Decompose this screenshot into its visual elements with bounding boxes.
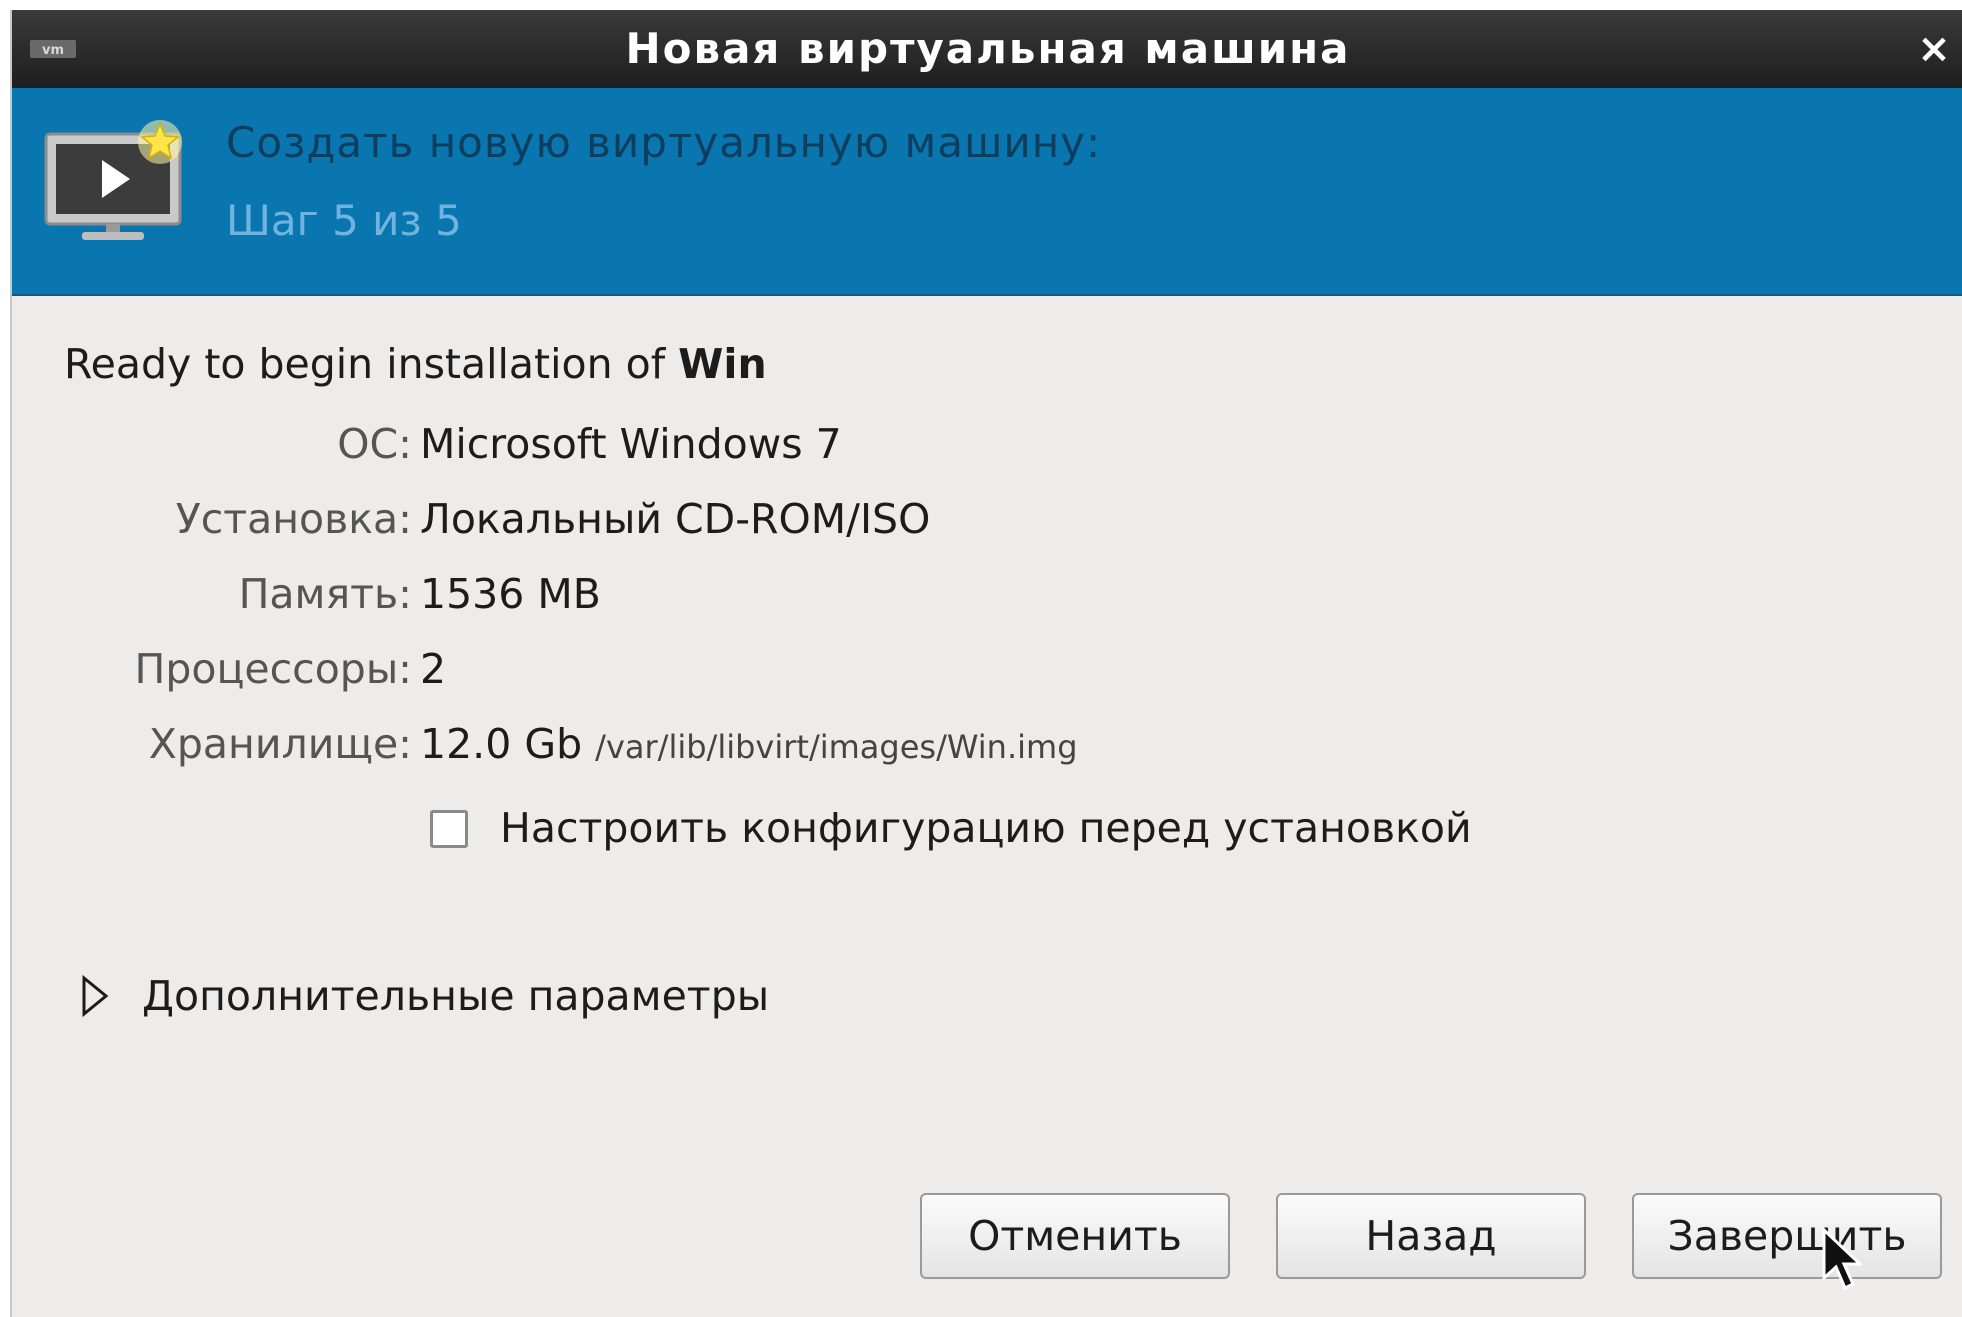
cpus-value: 2 [420, 645, 447, 693]
memory-value: 1536 MB [420, 570, 601, 618]
os-label: ОС: [337, 420, 412, 468]
summary-row-os: ОС: Microsoft Windows 7 [12, 416, 1962, 472]
mouse-pointer-icon [1822, 1228, 1862, 1291]
vm-monitor-new-icon [44, 120, 182, 240]
install-label: Установка: [175, 495, 412, 543]
install-value: Локальный CD-ROM/ISO [420, 495, 931, 543]
customize-checkbox[interactable] [430, 810, 468, 848]
finish-button[interactable]: Завершить [1632, 1193, 1942, 1279]
new-vm-dialog: vm Новая виртуальная машина × Создать но… [10, 10, 1962, 1317]
storage-value: 12.0 Gb /var/lib/libvirt/images/Win.img [420, 716, 1078, 775]
ready-prefix: Ready to begin installation of [64, 340, 679, 388]
wizard-heading: Создать новую виртуальную машину: [226, 118, 1102, 167]
ready-message: Ready to begin installation of Win [64, 340, 767, 388]
os-value: Microsoft Windows 7 [420, 420, 842, 468]
storage-size: 12.0 Gb [420, 720, 583, 768]
header-banner: Создать новую виртуальную машину: Шаг 5 … [12, 88, 1962, 296]
summary-row-memory: Память: 1536 MB [12, 566, 1962, 622]
summary-row-install: Установка: Локальный CD-ROM/ISO [12, 491, 1962, 547]
expander-arrow-icon[interactable] [80, 974, 110, 1018]
customize-checkbox-label[interactable]: Настроить конфигурацию перед установкой [500, 798, 1472, 858]
cancel-button[interactable]: Отменить [920, 1193, 1230, 1279]
window-title: Новая виртуальная машина [625, 24, 1351, 73]
close-icon[interactable]: × [1904, 10, 1962, 88]
cpus-label: Процессоры: [134, 645, 412, 693]
advanced-options-label[interactable]: Дополнительные параметры [142, 964, 769, 1028]
memory-label: Память: [238, 570, 412, 618]
summary-row-cpus: Процессоры: 2 [12, 641, 1962, 697]
vm-name: Win [678, 340, 767, 388]
wizard-step-indicator: Шаг 5 из 5 [226, 196, 462, 245]
storage-path: /var/lib/libvirt/images/Win.img [595, 728, 1078, 766]
back-button[interactable]: Назад [1276, 1193, 1586, 1279]
title-bar[interactable]: vm Новая виртуальная машина × [12, 10, 1962, 88]
storage-label: Хранилище: [148, 720, 412, 768]
summary-row-storage: Хранилище: 12.0 Gb /var/lib/libvirt/imag… [12, 716, 1962, 772]
